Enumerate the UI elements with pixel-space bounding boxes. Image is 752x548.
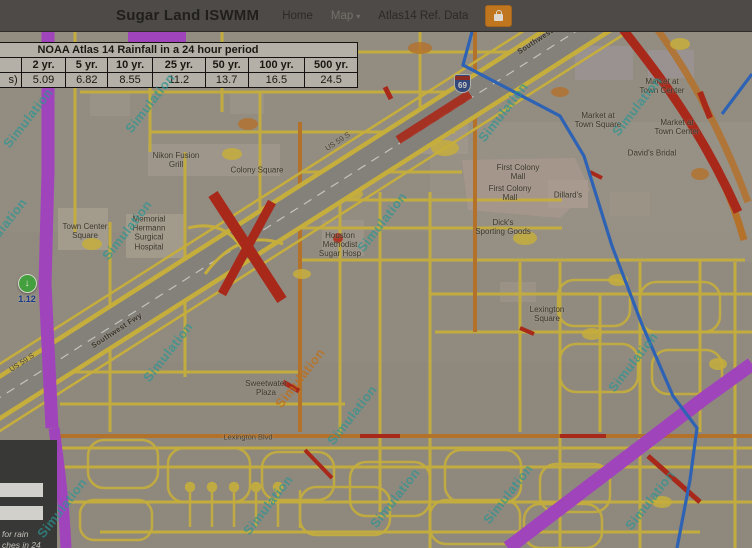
rainfall-table: NOAA Atlas 14 Rainfall in a 24 hour peri…: [0, 42, 358, 88]
rainfall-value: 13.7: [205, 73, 248, 87]
nav-home[interactable]: Home: [273, 10, 322, 22]
column-header: 100 yr.: [248, 58, 305, 72]
sugar-land-iswmm-app: Nikon Fusion GrillColony SquareMemorial …: [0, 0, 752, 548]
column-header: 25 yr.: [152, 58, 205, 72]
column-header: 50 yr.: [205, 58, 248, 72]
column-header: 2 yr.: [21, 58, 66, 72]
chevron-down-icon: ▾: [356, 12, 360, 21]
column-header: 10 yr.: [107, 58, 152, 72]
column-header: 500 yr.: [304, 58, 357, 72]
lock-icon: [494, 14, 503, 21]
row-label-header: [0, 58, 21, 72]
rainfall-value: 6.82: [65, 73, 107, 87]
down-arrow-icon: ↓: [25, 279, 30, 289]
rainfall-table-header-row: 2 yr.5 yr.10 yr.25 yr.50 yr.100 yr.500 y…: [0, 58, 357, 73]
side-panel: for rain ches in 24: [0, 440, 57, 548]
nav-atlas14-ref-data[interactable]: Atlas14 Ref. Data: [369, 10, 477, 22]
shield-number: 69: [458, 82, 467, 90]
rainfall-value: 16.5: [248, 73, 305, 87]
header-action-button[interactable]: [485, 5, 512, 27]
panel-caption-line2: ches in 24: [0, 540, 57, 548]
map-graphics: [0, 32, 752, 548]
rainfall-value: 11.2: [152, 73, 205, 87]
map-canvas[interactable]: [0, 32, 752, 548]
nav-map[interactable]: Map▾: [322, 10, 369, 22]
panel-caption-line1: for rain: [0, 529, 57, 540]
interstate-shield: 69: [454, 74, 471, 93]
shield-top-band: [455, 76, 470, 80]
rainfall-table-title: NOAA Atlas 14 Rainfall in a 24 hour peri…: [0, 43, 357, 58]
panel-input-2[interactable]: [0, 506, 43, 520]
main-nav: HomeMap▾Atlas14 Ref. Data: [273, 10, 477, 22]
rainfall-value: 5.09: [21, 73, 66, 87]
panel-input-1[interactable]: [0, 483, 43, 497]
row-label: s): [0, 73, 21, 87]
rainfall-value: 24.5: [304, 73, 357, 87]
marker-pin-icon[interactable]: ↓: [18, 274, 37, 293]
app-header: Sugar Land ISWMM HomeMap▾Atlas14 Ref. Da…: [0, 0, 752, 32]
hospital-hotspot: [333, 233, 343, 243]
rainfall-value: 8.55: [107, 73, 152, 87]
app-title: Sugar Land ISWMM: [116, 7, 259, 24]
rainfall-table-value-row: s) 5.096.828.5511.213.716.524.5: [0, 73, 357, 87]
rainfall-marker[interactable]: ↓ 1.12: [13, 274, 41, 304]
column-header: 5 yr.: [65, 58, 107, 72]
marker-value: 1.12: [13, 294, 41, 304]
